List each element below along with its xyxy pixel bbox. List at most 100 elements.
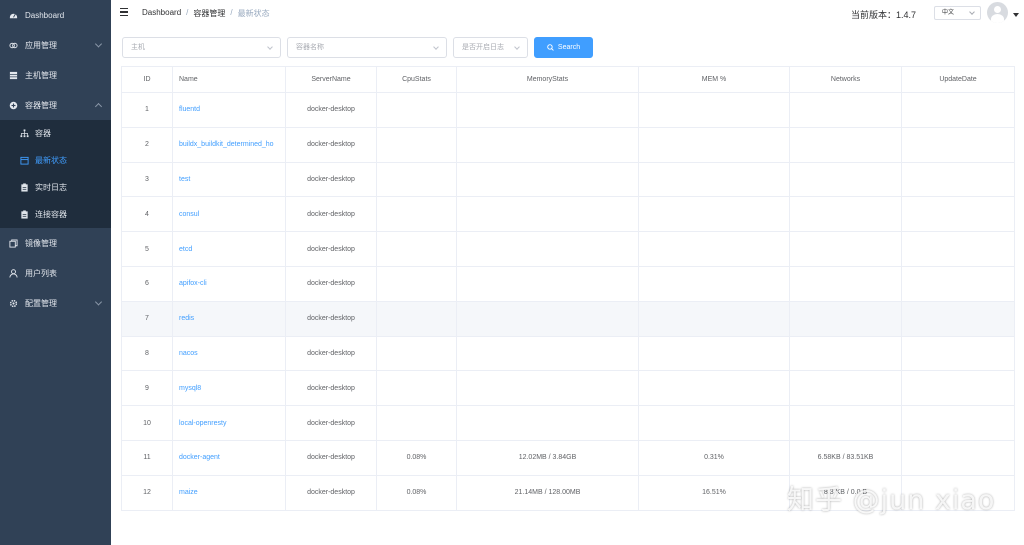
cell-name[interactable]: maize xyxy=(172,474,286,511)
cell-update-date xyxy=(901,335,1015,372)
cell-update-date xyxy=(901,439,1015,476)
table-row[interactable]: 7 redis docker-desktop xyxy=(121,300,1015,337)
cell-update-date xyxy=(901,265,1015,302)
cell-name[interactable]: mysql8 xyxy=(172,370,286,407)
cell-networks xyxy=(789,231,902,267)
cell-name[interactable]: fluentd xyxy=(172,92,286,128)
cell-name[interactable]: buildx_buildkit_determined_ho xyxy=(172,126,286,163)
cell-id: 2 xyxy=(121,126,173,163)
cell-server-name: docker-desktop xyxy=(285,161,377,198)
cell-server-name: docker-desktop xyxy=(285,370,377,407)
column-header: CpuStats xyxy=(376,66,457,93)
column-header: MEM % xyxy=(638,66,790,93)
cell-mem-percent xyxy=(638,265,790,302)
sidebar-item-host[interactable]: 主机管理 xyxy=(0,60,111,90)
avatar[interactable] xyxy=(987,2,1008,23)
cell-update-date xyxy=(901,92,1015,128)
cell-update-date xyxy=(901,300,1015,337)
table-row[interactable]: 10 local-openresty docker-desktop xyxy=(121,405,1015,441)
cell-id: 3 xyxy=(121,161,173,198)
sidebar-item-container[interactable]: 容器管理 xyxy=(0,90,111,120)
cell-cpu-stats xyxy=(376,231,457,267)
copy-icon xyxy=(9,238,18,248)
watermark: 知乎 @jun xiao xyxy=(787,485,996,516)
navbar: Dashboard / 容器管理 / 最新状态 当前版本：1.4.7 中文 xyxy=(111,0,1024,26)
cell-cpu-stats xyxy=(376,92,457,128)
cell-cpu-stats xyxy=(376,265,457,302)
sidebar-item-gear[interactable]: 配置管理 xyxy=(0,288,111,318)
submenu-item-label: 最新状态 xyxy=(35,156,67,165)
cell-name[interactable]: local-openresty xyxy=(172,405,286,441)
table-row[interactable]: 5 etcd docker-desktop xyxy=(121,231,1015,267)
submenu-item-1[interactable]: 容器 xyxy=(0,120,111,147)
caret-down-icon[interactable] xyxy=(1013,13,1019,17)
cell-cpu-stats xyxy=(376,405,457,441)
cell-cpu-stats xyxy=(376,196,457,233)
submenu-item-4[interactable]: 连接容器 xyxy=(0,201,111,228)
column-header: ID xyxy=(121,66,173,93)
sidebar-item-label: 配置管理 xyxy=(25,298,57,308)
cell-name[interactable]: nacos xyxy=(172,335,286,372)
sidebar-item-label: 用户列表 xyxy=(25,268,57,278)
sidebar: Dashboard 应用管理 主机管理 容器管理 容器最新状态实时日志 连接容器 镜像管… xyxy=(0,0,111,545)
column-header: UpdateDate xyxy=(901,66,1015,93)
table-row[interactable]: 2 buildx_buildkit_determined_ho docker-des… xyxy=(121,126,1015,163)
table-row[interactable]: 6 apifox-cli docker-desktop xyxy=(121,265,1015,302)
language-select[interactable]: 中文 xyxy=(934,6,981,20)
sidebar-item-copy[interactable]: 镜像管理 xyxy=(0,228,111,258)
table-row[interactable]: 11 docker-agent docker-desktop 0.08% 12.02MB… xyxy=(121,439,1015,476)
cell-mem-percent: 16.51% xyxy=(638,474,790,511)
cell-id: 7 xyxy=(121,300,173,337)
container-name-select[interactable]: 容器名称 xyxy=(287,37,447,58)
submenu-item-2[interactable]: 最新状态 xyxy=(0,147,111,174)
cell-id: 5 xyxy=(121,231,173,267)
breadcrumb-separator: / xyxy=(186,8,189,17)
sidebar-item-dashboard[interactable]: Dashboard xyxy=(0,0,111,30)
table-header-row: ID Name ServerName CpuStats MemoryStats MEM %… xyxy=(121,66,1015,93)
hamburger-icon[interactable] xyxy=(120,8,128,17)
cell-name[interactable]: redis xyxy=(172,300,286,337)
table-row[interactable]: 8 nacos docker-desktop xyxy=(121,335,1015,372)
column-header: MemoryStats xyxy=(456,66,639,93)
log-enabled-select[interactable]: 是否开启日志 xyxy=(453,37,528,58)
search-icon xyxy=(547,44,554,51)
submenu-containers: 容器最新状态实时日志 连接容器 xyxy=(0,120,111,228)
cell-id: 10 xyxy=(121,405,173,441)
cell-memory-stats xyxy=(456,161,639,198)
cell-name[interactable]: apifox-cli xyxy=(172,265,286,302)
submenu-item-3[interactable]: 实时日志 xyxy=(0,174,111,201)
submenu-item-label: 容器 xyxy=(35,129,51,138)
cell-name[interactable]: test xyxy=(172,161,286,198)
clipboard-icon xyxy=(20,210,29,219)
cell-name[interactable]: etcd xyxy=(172,231,286,267)
container-name-placeholder: 容器名称 xyxy=(296,44,324,51)
breadcrumb-item-container-mgmt[interactable]: 容器管理 xyxy=(193,8,225,19)
cell-networks xyxy=(789,92,902,128)
cell-memory-stats xyxy=(456,265,639,302)
cell-memory-stats xyxy=(456,370,639,407)
cell-server-name: docker-desktop xyxy=(285,405,377,441)
table-row[interactable]: 9 mysql8 docker-desktop xyxy=(121,370,1015,407)
cell-update-date xyxy=(901,161,1015,198)
search-button[interactable]: Search xyxy=(534,37,593,58)
cell-server-name: docker-desktop xyxy=(285,335,377,372)
cell-name[interactable]: docker-agent xyxy=(172,439,286,476)
version-label: 当前版本：1.4.7 xyxy=(851,10,917,20)
cell-memory-stats xyxy=(456,405,639,441)
table-row[interactable]: 3 test docker-desktop xyxy=(121,161,1015,198)
cell-networks xyxy=(789,370,902,407)
host-select[interactable]: 主机 xyxy=(122,37,281,58)
sidebar-item-user[interactable]: 用户列表 xyxy=(0,258,111,288)
table-row[interactable]: 1 fluentd docker-desktop xyxy=(121,92,1015,128)
cell-server-name: docker-desktop xyxy=(285,196,377,233)
cell-name[interactable]: consul xyxy=(172,196,286,233)
breadcrumb: Dashboard / 容器管理 / 最新状态 xyxy=(142,8,270,19)
chevron-down-icon xyxy=(433,44,439,50)
sidebar-item-app[interactable]: 应用管理 xyxy=(0,30,111,60)
cell-id: 4 xyxy=(121,196,173,233)
chevron-down-icon xyxy=(94,298,103,306)
breadcrumb-item-dashboard[interactable]: Dashboard xyxy=(142,8,181,19)
table-row[interactable]: 4 consul docker-desktop xyxy=(121,196,1015,233)
cell-cpu-stats: 0.08% xyxy=(376,474,457,511)
cell-update-date xyxy=(901,126,1015,163)
